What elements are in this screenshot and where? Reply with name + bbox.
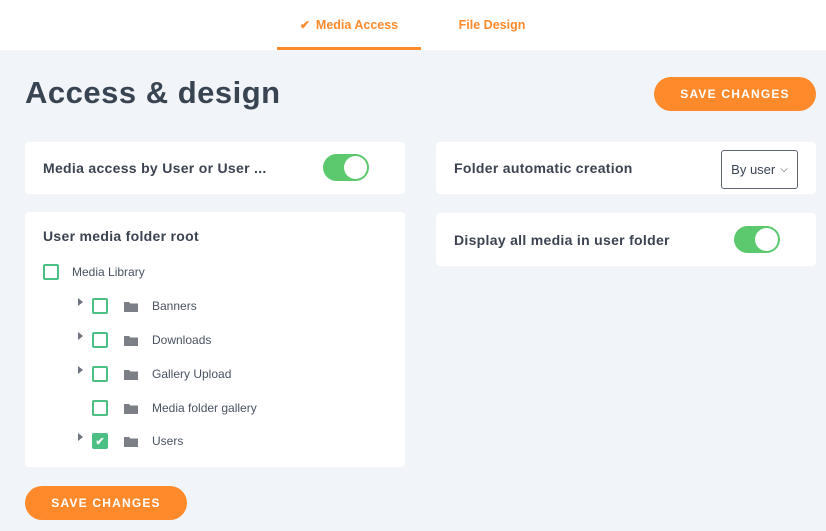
tree-label-media-folder-gallery[interactable]: Media folder gallery bbox=[152, 401, 257, 415]
checkbox-banners[interactable] bbox=[92, 298, 108, 314]
toggle-knob bbox=[344, 156, 367, 179]
folder-creation-card: Folder automatic creation By user ⌵ bbox=[436, 142, 816, 194]
expand-arrow-icon[interactable] bbox=[78, 332, 83, 340]
expand-arrow-icon[interactable] bbox=[78, 298, 83, 306]
tree-label-gallery-upload[interactable]: Gallery Upload bbox=[152, 367, 231, 381]
checkmark-icon: ✔ bbox=[95, 435, 105, 448]
toggle-knob bbox=[755, 228, 778, 251]
display-all-media-card: Display all media in user folder bbox=[436, 213, 816, 266]
tree-row-media-folder-gallery: Media folder gallery bbox=[77, 398, 377, 418]
tree-row-downloads: Downloads bbox=[77, 330, 377, 350]
folder-creation-select[interactable]: By user ⌵ bbox=[721, 150, 798, 189]
expand-arrow-icon[interactable] bbox=[78, 433, 83, 441]
tree-label-banners[interactable]: Banners bbox=[152, 299, 197, 313]
select-value: By user bbox=[731, 162, 776, 177]
checkbox-media-folder-gallery[interactable] bbox=[92, 400, 108, 416]
display-all-media-toggle[interactable] bbox=[734, 226, 780, 253]
tree-row-banners: Banners bbox=[77, 296, 377, 316]
folder-icon bbox=[124, 370, 138, 380]
display-all-media-label: Display all media in user folder bbox=[454, 232, 670, 248]
tree-root-label[interactable]: Media Library bbox=[72, 265, 145, 279]
top-tab-bar: ✔ Media Access File Design bbox=[0, 0, 826, 50]
tab-file-design[interactable]: File Design bbox=[440, 0, 544, 50]
checkbox-users[interactable]: ✔ bbox=[92, 433, 108, 449]
check-icon: ✔ bbox=[299, 18, 310, 32]
tab-media-access[interactable]: ✔ Media Access bbox=[277, 0, 421, 50]
tab-label: Media Access bbox=[315, 18, 399, 32]
folder-root-card: User media folder root Media Library Ban… bbox=[25, 212, 405, 467]
expand-arrow-icon[interactable] bbox=[78, 366, 83, 374]
tree-label-downloads[interactable]: Downloads bbox=[152, 333, 211, 347]
tree-row-users: ✔ Users bbox=[77, 431, 377, 451]
folder-icon bbox=[124, 336, 138, 346]
tree-label-users[interactable]: Users bbox=[152, 434, 183, 448]
media-access-toggle[interactable] bbox=[323, 154, 369, 181]
folder-icon bbox=[124, 302, 138, 312]
page-title: Access & design bbox=[25, 75, 281, 110]
checkbox-downloads[interactable] bbox=[92, 332, 108, 348]
save-changes-button-bottom[interactable]: SAVE CHANGES bbox=[25, 486, 187, 520]
tree-root-row: Media Library bbox=[43, 262, 343, 282]
chevron-down-icon: ⌵ bbox=[780, 164, 788, 175]
media-library-checkbox[interactable] bbox=[43, 264, 59, 280]
save-changes-button-top[interactable]: SAVE CHANGES bbox=[654, 77, 816, 111]
tab-label: File Design bbox=[458, 18, 526, 32]
folder-icon bbox=[124, 404, 138, 414]
tree-row-gallery-upload: Gallery Upload bbox=[77, 364, 377, 384]
folder-root-label: User media folder root bbox=[43, 228, 199, 244]
media-access-card: Media access by User or User ... bbox=[25, 142, 405, 194]
folder-creation-label: Folder automatic creation bbox=[454, 160, 633, 176]
checkbox-gallery-upload[interactable] bbox=[92, 366, 108, 382]
media-access-label: Media access by User or User ... bbox=[43, 160, 267, 176]
folder-icon bbox=[124, 437, 138, 447]
